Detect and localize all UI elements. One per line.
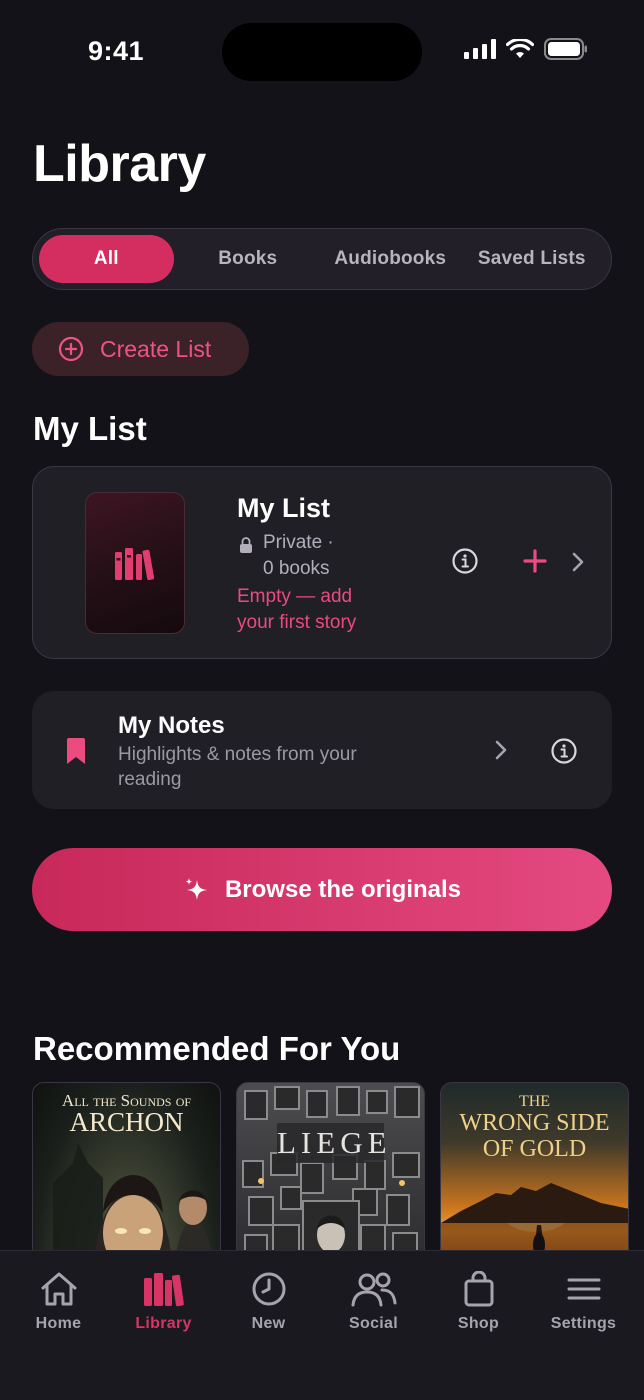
book-cover-liege[interactable]: LIEGE [236, 1082, 425, 1252]
list-meta-text: Private · 0 books [263, 530, 353, 582]
book-title-line2: WRONG SIDE [459, 1110, 610, 1136]
bookmark-icon [67, 738, 85, 764]
list-empty-message: Empty — add your first story [237, 586, 357, 633]
book-title-line1: THE [518, 1093, 551, 1110]
add-to-list-icon[interactable] [523, 549, 547, 573]
library-icon [143, 1273, 184, 1307]
status-bar: 9:41 [0, 0, 644, 100]
browse-originals-label: Browse the originals [224, 875, 462, 903]
list-cover-thumbnail [85, 492, 185, 634]
create-list-label: Create List [100, 335, 212, 362]
books-icon [115, 548, 155, 580]
filter-segmented-control: All Books Audiobooks Saved Lists [32, 228, 612, 290]
battery-icon [544, 38, 587, 60]
notes-title: My Notes [118, 712, 225, 739]
create-list-button[interactable]: Create List [32, 322, 249, 376]
my-list-card[interactable]: My List Private · 0 books Empty — add yo… [32, 466, 612, 659]
chevron-right-icon[interactable] [494, 739, 508, 761]
status-time: 9:41 [88, 36, 145, 66]
status-icons [464, 38, 588, 60]
my-list-section-title: My List [33, 410, 147, 447]
list-meta: Private · 0 books [239, 530, 353, 582]
bag-icon [464, 1271, 493, 1307]
filter-all[interactable]: All [39, 235, 174, 283]
tab-library[interactable]: Library [111, 1271, 216, 1333]
filter-saved-lists[interactable]: Saved Lists [459, 235, 605, 283]
tab-settings[interactable]: Settings [531, 1271, 636, 1333]
signal-icon [464, 39, 496, 59]
notes-subtitle: Highlights & notes from your reading [118, 744, 357, 790]
clock-icon [252, 1272, 285, 1306]
home-icon [41, 1272, 76, 1306]
filter-audiobooks[interactable]: Audiobooks [322, 235, 459, 283]
recommended-books-carousel[interactable]: All the Sounds of ARCHON LIEGE THE WRONG… [32, 1082, 644, 1252]
book-cover-wrong-side-of-gold[interactable]: THE WRONG SIDE OF GOLD [440, 1082, 629, 1252]
chevron-right-icon[interactable] [571, 551, 585, 573]
tab-label: Shop [457, 1315, 500, 1332]
tab-label: Settings [550, 1315, 617, 1332]
book-title-line2: ARCHON [69, 1107, 184, 1137]
tab-home[interactable]: Home [6, 1271, 111, 1333]
recommended-section-title: Recommended For You [33, 1030, 401, 1067]
list-visibility: Private · [263, 532, 334, 553]
bottom-tab-bar: Home Library New Social Shop Settings [0, 1250, 644, 1400]
plus-circle-icon [58, 336, 84, 362]
book-title-line3: OF GOLD [482, 1136, 587, 1162]
tab-new[interactable]: New [216, 1271, 321, 1333]
list-name: My List [237, 493, 331, 523]
sparkles-icon [185, 877, 207, 900]
menu-icon [567, 1278, 600, 1300]
info-icon[interactable] [550, 737, 578, 765]
tab-social[interactable]: Social [321, 1271, 426, 1333]
info-icon[interactable] [451, 547, 479, 575]
tab-label: Library [135, 1315, 192, 1332]
page-title: Library [33, 135, 206, 193]
book-cover-art [242, 1086, 420, 1252]
wifi-icon [506, 39, 534, 58]
my-notes-card[interactable]: My Notes Highlights & notes from your re… [32, 691, 612, 809]
browse-originals-button[interactable]: Browse the originals [32, 848, 612, 931]
book-title-line1: LIEGE [277, 1123, 387, 1163]
list-count: 0 books [263, 558, 330, 579]
people-icon [351, 1272, 396, 1307]
dynamic-island [222, 23, 422, 81]
filter-books[interactable]: Books [174, 235, 322, 283]
lock-icon [240, 537, 252, 553]
tab-label: Home [35, 1315, 82, 1332]
tab-label: New [251, 1315, 286, 1332]
book-cover-archon[interactable]: All the Sounds of ARCHON [32, 1082, 221, 1252]
tab-shop[interactable]: Shop [426, 1271, 531, 1333]
tab-label: Social [349, 1315, 398, 1332]
